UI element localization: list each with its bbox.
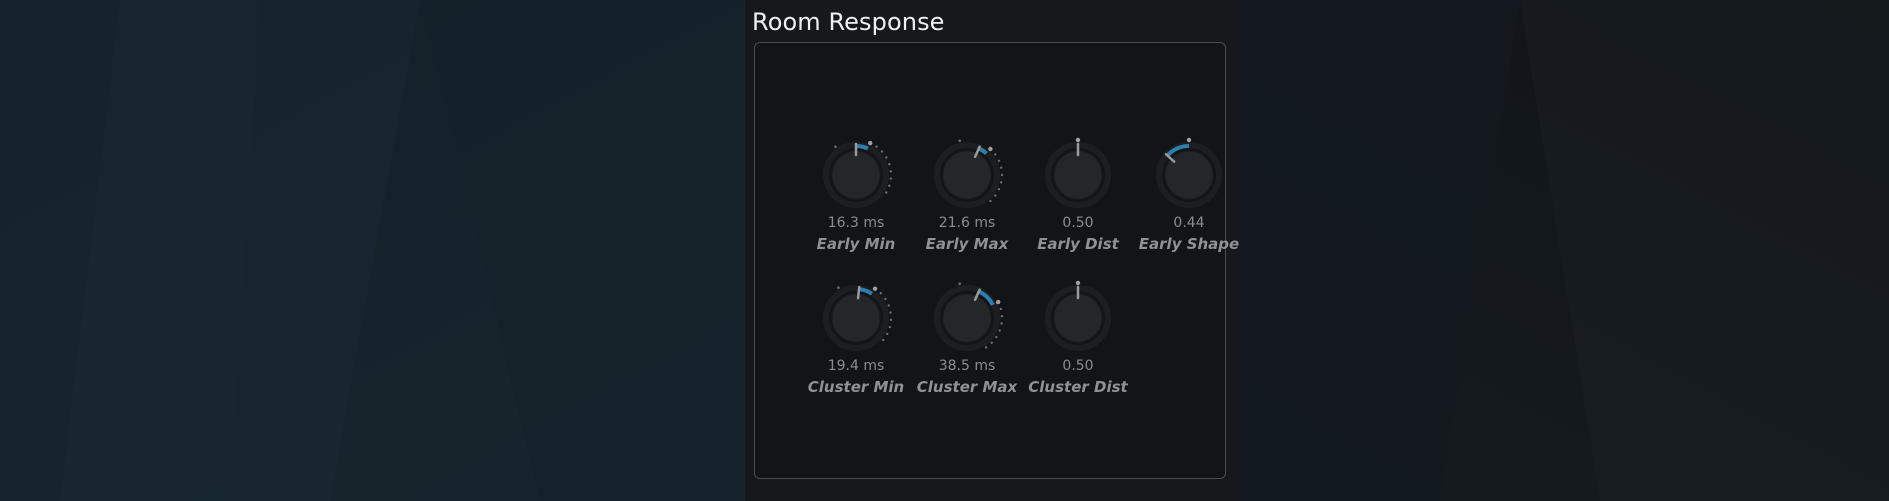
value-readout: 21.6 ms (938, 215, 996, 231)
knob-cluster-dist[interactable]: 0.50 Cluster Dist (1023, 278, 1133, 418)
knob-dial-icon[interactable] (816, 135, 896, 215)
knob-body (1053, 150, 1103, 200)
knob-body (831, 150, 881, 200)
room-response-panel: Room Response 16.3 ms Early Min 21.6 ms … (745, 0, 1241, 501)
knob-mod-tick (999, 307, 1003, 311)
knob-early-min[interactable]: 16.3 ms Early Min (801, 135, 911, 275)
knob-early-dist[interactable]: 0.50 Early Dist (1023, 135, 1133, 275)
knob-mod-tick (997, 188, 1001, 191)
knob-mod-tick (889, 177, 893, 180)
knob-group-frame: 16.3 ms Early Min 21.6 ms Early Max 0.50… (754, 42, 1239, 479)
knob-end-dot (988, 146, 993, 152)
knob-mod-tick (958, 282, 962, 286)
value-readout: 38.5 ms (938, 358, 996, 374)
knob-cluster-min[interactable]: 19.4 ms Cluster Min (801, 278, 911, 418)
knob-dial-icon[interactable] (816, 278, 896, 358)
knob-mod-tick (889, 318, 893, 322)
knob-mod-tick (989, 199, 992, 203)
knob-end-dot (868, 140, 873, 146)
knob-dial-icon[interactable] (927, 278, 1007, 358)
knob-dial-icon[interactable] (1038, 278, 1118, 358)
knob-early-max[interactable]: 21.6 ms Early Max (912, 135, 1022, 275)
param-label: Early Shape (1138, 235, 1240, 253)
knob-dial-icon[interactable] (927, 135, 1007, 215)
knob-mod-tick (990, 341, 993, 344)
knob-dial-icon[interactable] (1149, 135, 1229, 215)
knob-mod-tick (882, 338, 885, 342)
knob-mod-tick (887, 304, 890, 307)
knob-mod-tick (995, 335, 998, 339)
knob-end-dot (872, 286, 878, 291)
knob-body (942, 150, 992, 200)
knob-mod-tick (880, 150, 884, 153)
knob-mod-tick (837, 286, 840, 289)
knob-end-dot (995, 299, 1001, 305)
knob-end-dot (1186, 137, 1192, 143)
value-readout: 19.4 ms (827, 358, 885, 374)
knob-mod-tick (889, 170, 893, 173)
knob-mod-tick (888, 162, 891, 166)
knob-end-dot (1075, 137, 1081, 143)
knob-body (1053, 293, 1103, 343)
value-readout: 0.44 (1173, 215, 1205, 231)
knob-mod-tick (885, 191, 888, 194)
knob-cluster-max[interactable]: 38.5 ms Cluster Max (912, 278, 1022, 418)
knob-pointer (856, 285, 861, 300)
knob-mod-tick (888, 184, 891, 188)
knob-mod-tick (997, 159, 1001, 162)
param-label: Cluster Dist (1028, 378, 1128, 396)
knob-end-dot (1075, 280, 1081, 286)
knob-mod-tick (998, 329, 1001, 332)
knob-value-arc (855, 144, 869, 151)
knob-mod-tick (1000, 322, 1003, 325)
knob-body (942, 293, 992, 343)
knob-mod-tick (1000, 181, 1003, 184)
value-readout: 0.50 (1062, 215, 1094, 231)
knob-mod-tick (885, 332, 889, 336)
knob-dial-icon[interactable] (1038, 135, 1118, 215)
knob-mod-tick (888, 325, 892, 329)
value-readout: 16.3 ms (827, 215, 885, 231)
knob-mod-tick (885, 156, 888, 159)
knob-early-shape[interactable]: 0.44 Early Shape (1134, 135, 1244, 275)
panel-title: Room Response (752, 8, 945, 36)
knob-mod-tick (994, 194, 997, 197)
knob-mod-tick (889, 311, 892, 314)
knob-mod-tick (1000, 314, 1004, 318)
knob-body (831, 293, 881, 343)
knob-mod-tick (958, 139, 962, 143)
knob-mod-tick (884, 297, 887, 301)
knob-mod-tick (1000, 173, 1004, 177)
knob-mod-tick (994, 153, 997, 156)
knob-mod-tick (1000, 166, 1003, 169)
value-readout: 0.50 (1062, 358, 1094, 374)
knob-mod-tick (875, 145, 878, 148)
knob-mod-tick (834, 145, 837, 148)
knob-mod-tick (879, 292, 882, 295)
knob-mod-tick (984, 346, 988, 349)
